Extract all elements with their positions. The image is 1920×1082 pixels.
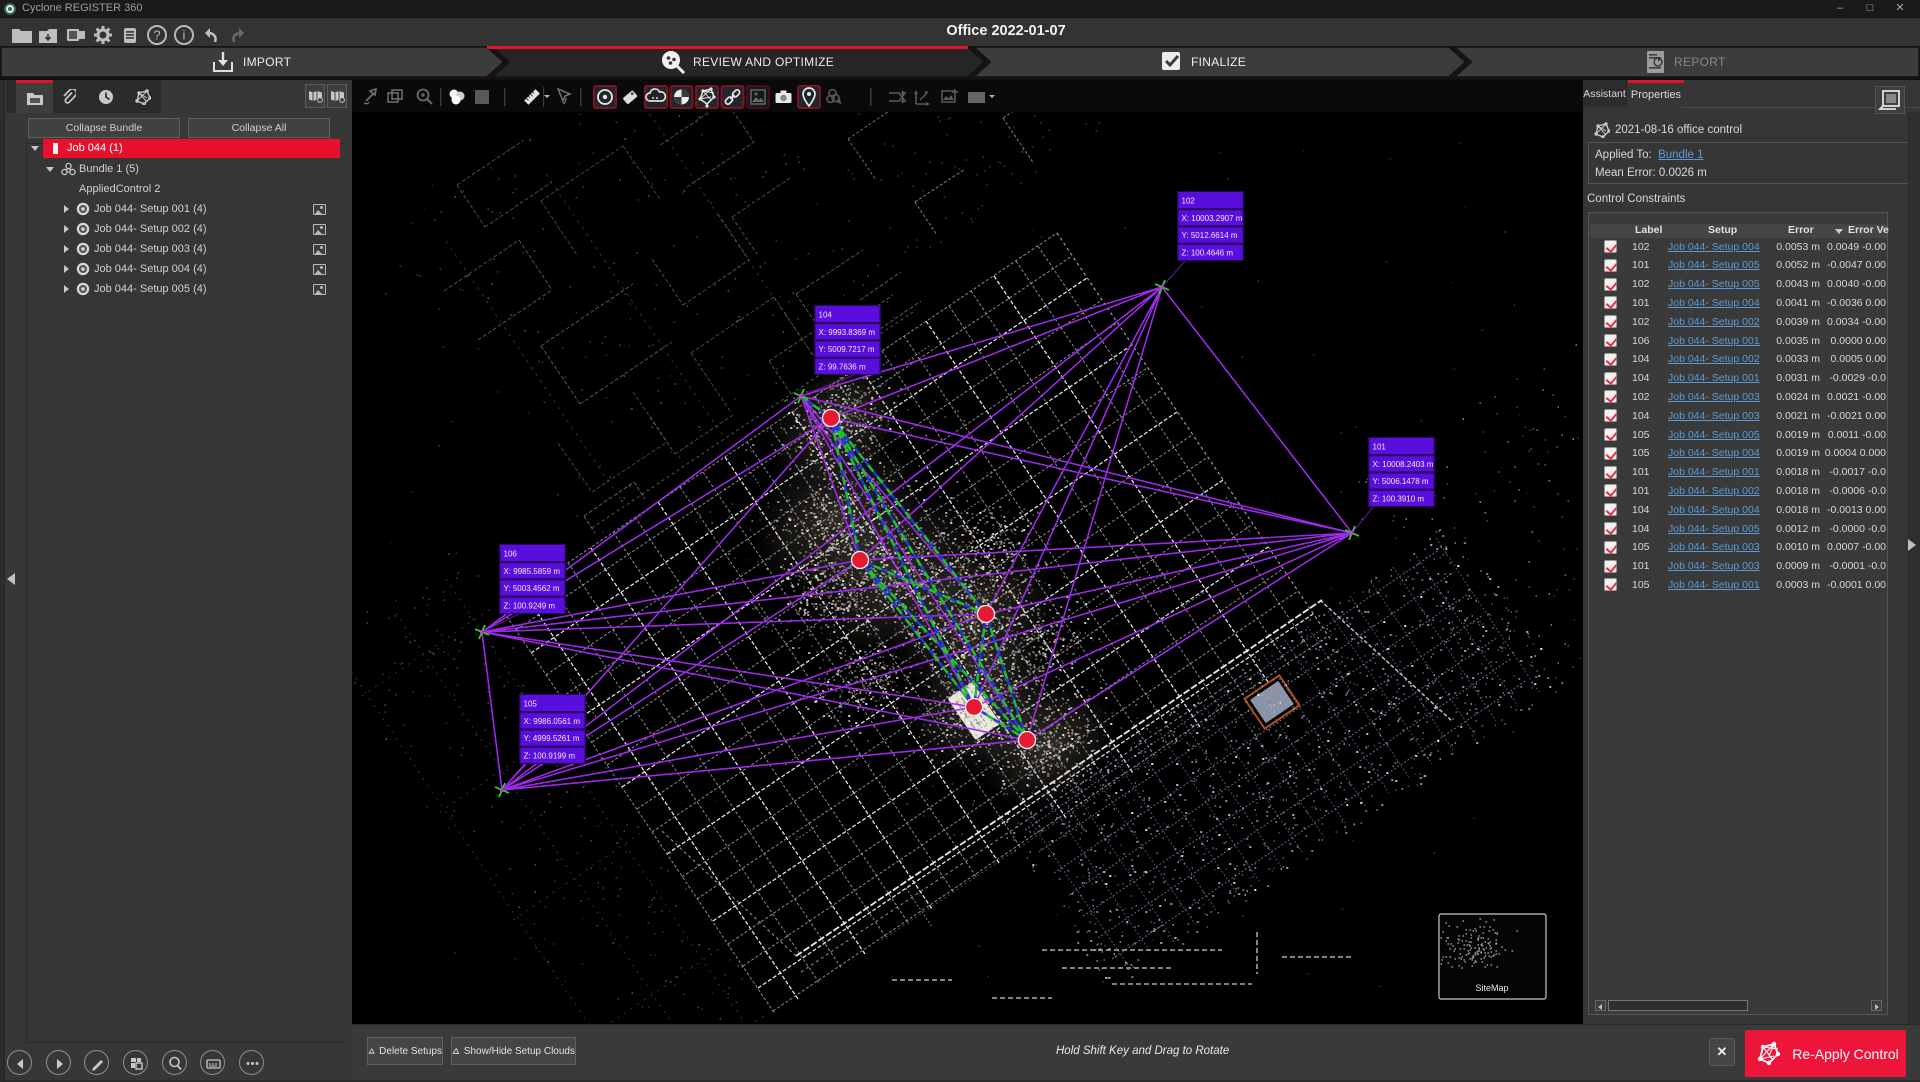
svg-text:Z: 100.4646 m: Z: 100.4646 m bbox=[1182, 248, 1234, 257]
svg-text:Z: 100.3910 m: Z: 100.3910 m bbox=[1373, 494, 1425, 503]
svg-text:SiteMap: SiteMap bbox=[1475, 983, 1508, 993]
svg-text:106: 106 bbox=[504, 550, 518, 559]
svg-text:X: 9985.5859 m: X: 9985.5859 m bbox=[504, 567, 561, 576]
svg-text:101: 101 bbox=[1373, 443, 1387, 452]
svg-text:Z: 100.9249 m: Z: 100.9249 m bbox=[504, 601, 556, 610]
svg-text:Z: 100.9199 m: Z: 100.9199 m bbox=[524, 751, 576, 760]
svg-text:Y: 5009.7217 m: Y: 5009.7217 m bbox=[819, 345, 875, 354]
svg-text:104: 104 bbox=[819, 311, 833, 320]
svg-text:102: 102 bbox=[1182, 197, 1196, 206]
svg-text:Y: 4999.5261 m: Y: 4999.5261 m bbox=[524, 734, 580, 743]
svg-text:Y: 5006.1478 m: Y: 5006.1478 m bbox=[1373, 477, 1429, 486]
svg-text:Y: 5003.4562 m: Y: 5003.4562 m bbox=[504, 584, 560, 593]
svg-text:X: 10003.2907 m: X: 10003.2907 m bbox=[1182, 214, 1243, 223]
svg-text:X: 10008.2403 m: X: 10008.2403 m bbox=[1373, 460, 1434, 469]
svg-text:X: 9993.8369 m: X: 9993.8369 m bbox=[819, 328, 876, 337]
svg-text:X: 9986.0561 m: X: 9986.0561 m bbox=[524, 717, 581, 726]
svg-text:Z: 99.7636 m: Z: 99.7636 m bbox=[819, 362, 866, 371]
svg-text:105: 105 bbox=[524, 700, 538, 709]
svg-text:Y: 5012.6614 m: Y: 5012.6614 m bbox=[1182, 231, 1238, 240]
